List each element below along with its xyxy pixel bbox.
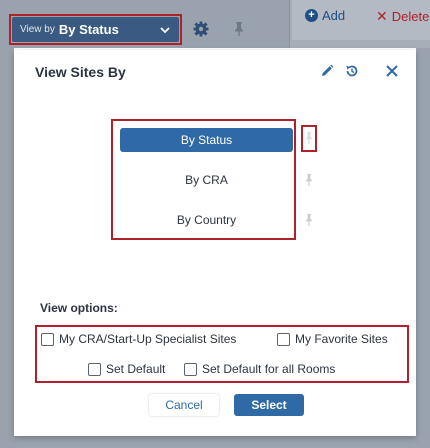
view-sites-by-dialog: View Sites By By Status By CRA By Countr… (14, 50, 416, 436)
dialog-title: View Sites By (35, 64, 126, 80)
add-label: Add (322, 8, 346, 23)
my-cra-sites-checkbox[interactable] (41, 332, 54, 346)
chevron-down-icon (160, 26, 170, 33)
my-favorite-sites-checkbox[interactable] (277, 332, 290, 346)
pin-icon[interactable] (303, 131, 315, 145)
list-item-by-country[interactable]: By Country (120, 208, 293, 232)
delete-button[interactable]: ✕ Delete (376, 8, 429, 25)
delete-label: Delete (391, 9, 430, 24)
cancel-button[interactable]: Cancel (149, 394, 219, 416)
close-icon: ✕ (376, 8, 388, 24)
gear-icon[interactable] (192, 20, 210, 38)
my-favorite-sites-label: My Favorite Sites (295, 332, 388, 346)
background-right-edge (416, 48, 430, 448)
set-default-checkbox[interactable] (88, 362, 101, 376)
set-default-all-rooms-label: Set Default for all Rooms (202, 362, 336, 376)
list-item-by-cra[interactable]: By CRA (120, 168, 293, 192)
add-button[interactable]: + Add (305, 8, 345, 23)
my-favorite-sites-option[interactable]: My Favorite Sites (277, 332, 388, 346)
select-button[interactable]: Select (234, 394, 304, 416)
pencil-icon[interactable] (319, 63, 335, 79)
view-options-label: View options: (40, 301, 118, 315)
set-default-all-rooms-option[interactable]: Set Default for all Rooms (184, 362, 335, 376)
my-cra-sites-option[interactable]: My CRA/Start-Up Specialist Sites (41, 332, 236, 346)
close-icon[interactable] (384, 63, 400, 79)
pin-icon[interactable] (303, 173, 315, 187)
reset-icon[interactable] (344, 63, 360, 79)
background-bottom-edge (0, 436, 430, 448)
pin-icon[interactable] (303, 213, 315, 227)
pin-icon[interactable] (230, 20, 248, 38)
background-left-edge (0, 48, 14, 448)
viewby-dropdown-button[interactable]: View by By Status (12, 17, 179, 42)
viewby-value: By Status (58, 22, 119, 37)
list-item-by-status[interactable]: By Status (120, 128, 293, 152)
set-default-label: Set Default (106, 362, 166, 376)
add-circle-icon: + (305, 9, 318, 22)
set-default-option[interactable]: Set Default (88, 362, 165, 376)
set-default-all-rooms-checkbox[interactable] (184, 362, 197, 376)
viewby-prefix: View by (20, 24, 55, 35)
my-cra-sites-label: My CRA/Start-Up Specialist Sites (59, 332, 237, 346)
